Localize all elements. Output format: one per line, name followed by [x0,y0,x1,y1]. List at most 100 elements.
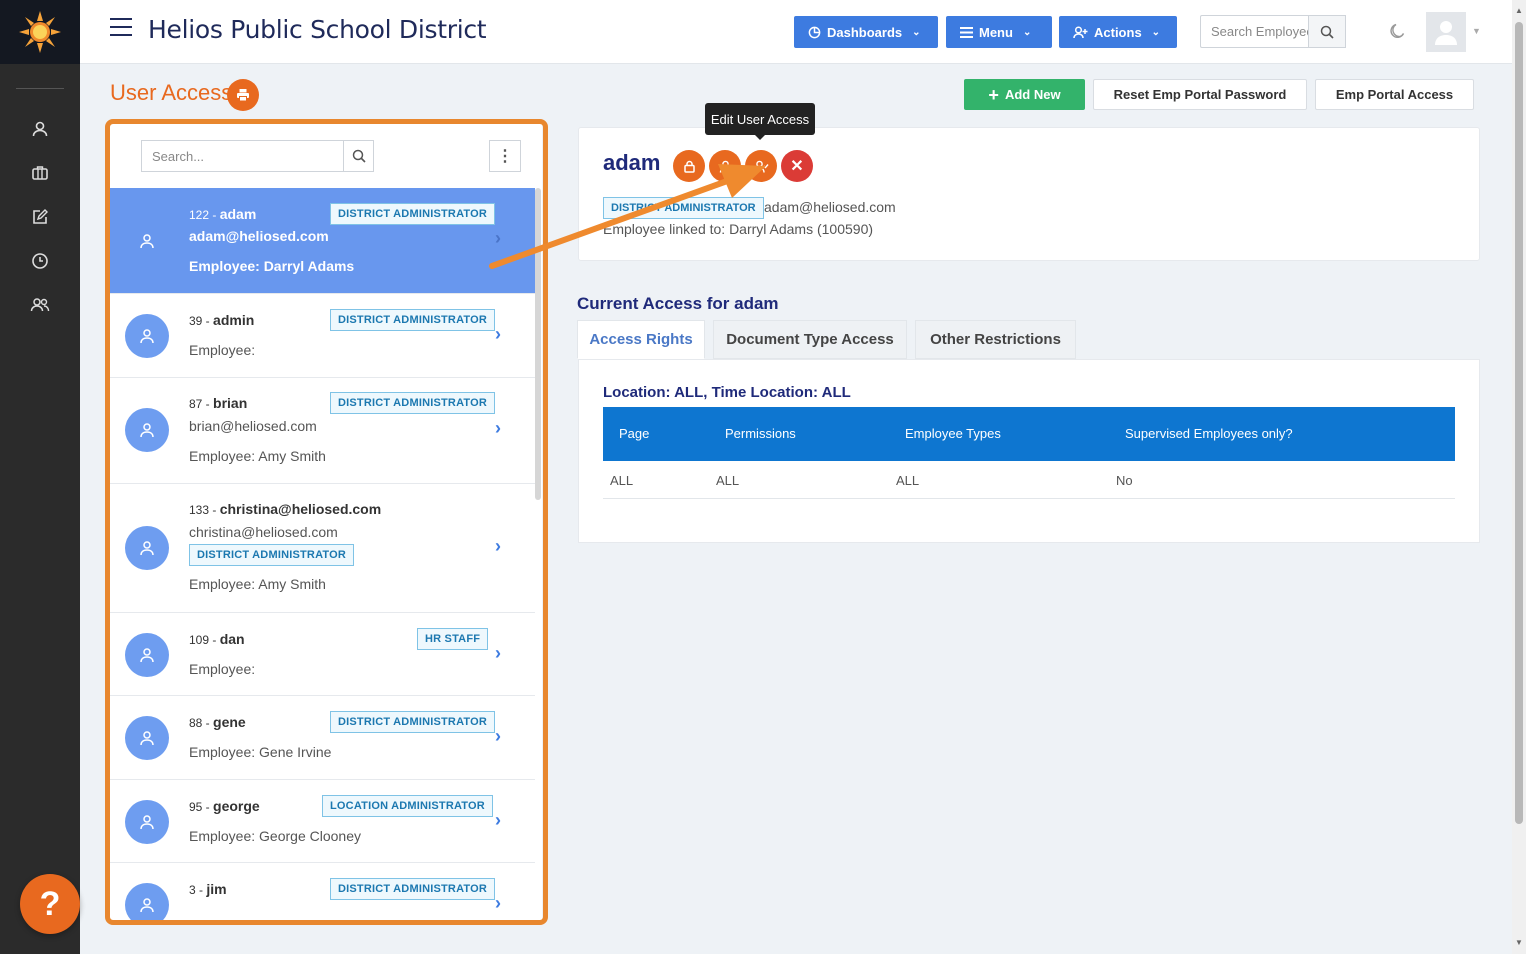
user-avatar-icon [125,314,169,358]
tab-other-restrictions[interactable]: Other Restrictions [915,320,1076,359]
user-employee: Employee: Gene Irvine [189,744,332,760]
user-employee: Employee: George Clooney [189,828,361,844]
more-options-button[interactable]: ⋮ [489,140,521,172]
user-employee: Employee: Darryl Adams [189,258,355,274]
briefcase-icon[interactable] [28,161,52,185]
user-list-item-admin[interactable]: 39 - admin DISTRICT ADMINISTRATOR Employ… [110,294,535,378]
role-badge: DISTRICT ADMINISTRATOR [189,544,355,566]
user-employee: Employee: [189,342,256,358]
dashboards-button[interactable]: Dashboards ⌄ [794,16,938,48]
pie-chart-icon [808,26,821,38]
app-title: Helios Public School District [148,15,487,44]
table-cell: ALL [716,473,740,488]
rail-divider [16,88,64,89]
user-list-item-gene[interactable]: 88 - gene DISTRICT ADMINISTRATOR Employe… [110,696,535,780]
user-avatar-icon [125,883,169,920]
column-header: Page [619,426,650,441]
chevron-down-icon[interactable]: ▼ [1472,26,1481,36]
user-list-item-christina[interactable]: 133 - christina@heliosed.com christina@h… [110,484,535,613]
user-id: 39 - admin [189,312,255,328]
chevron-right-icon: › [495,418,501,438]
role-badge: HR STAFF [417,628,489,650]
user-name: adam [603,150,661,175]
edit-icon[interactable] [28,205,52,229]
user-avatar-icon [125,716,169,760]
hamburger-icon[interactable] [110,18,132,38]
tooltip: Edit User Access [705,103,815,140]
page-title: User Access [110,80,233,105]
chevron-right-icon: › [495,228,501,248]
user-id: 88 - gene [189,714,246,730]
scroll-up-arrow[interactable]: ▲ [1515,6,1523,15]
user-list-item-brian[interactable]: 87 - brian DISTRICT ADMINISTRATOR brian@… [110,378,535,484]
print-button[interactable] [227,79,259,111]
lock-user-button[interactable] [673,150,705,182]
role-badge: DISTRICT ADMINISTRATOR [603,197,764,219]
user-avatar-icon [125,408,169,452]
user-employee: Employee: [189,661,256,677]
user-plus-icon [1073,25,1088,38]
chevron-right-icon: › [495,726,501,746]
top-bar: Helios Public School District Dashboards… [80,0,1512,64]
user-search-button[interactable] [343,140,374,172]
chevron-right-icon: › [495,643,501,663]
tab-access-rights[interactable]: Access Rights [577,320,705,359]
user-check-icon [753,160,769,173]
role-badge: DISTRICT ADMINISTRATOR [330,711,496,733]
delete-user-button[interactable]: ✕ [781,150,813,182]
user-list-item-jim[interactable]: 3 - jim DISTRICT ADMINISTRATOR › [110,863,535,920]
emp-portal-access-button[interactable]: Emp Portal Access [1315,79,1474,110]
column-header: Supervised Employees only? [1125,426,1293,441]
lock-icon [683,160,695,173]
user-id: 87 - brian [189,395,248,411]
edit-user-access-button[interactable] [745,150,777,182]
menu-button[interactable]: Menu ⌄ [946,16,1052,48]
user-search-input[interactable]: Search... [141,140,343,172]
scroll-down-arrow[interactable]: ▼ [1515,938,1523,947]
user-icon[interactable] [28,117,52,141]
employee-search-input[interactable]: Search Employee... [1200,15,1308,48]
profile-avatar[interactable] [1426,12,1466,52]
help-button[interactable]: ? [20,874,80,934]
users-icon[interactable] [28,293,52,317]
list-scrollbar[interactable] [535,188,541,500]
user-avatar-icon [125,526,169,570]
user-email: brian@heliosed.com [189,418,317,434]
chevron-right-icon: › [495,810,501,830]
user-id: 122 - adam [189,206,257,222]
user-email: christina@heliosed.com [189,524,338,540]
user-email: adam@heliosed.com [189,228,329,244]
user-avatar-icon [125,800,169,844]
table-header: Page Permissions Employee Types Supervis… [603,407,1455,461]
user-list-item-dan[interactable]: 109 - dan HR STAFF Employee: › [110,613,535,696]
search-icon [1320,25,1334,39]
clock-icon[interactable] [28,249,52,273]
add-new-button[interactable]: + Add New [964,79,1085,110]
chevron-right-icon: › [495,536,501,556]
user-avatar-icon [125,633,169,677]
edit-user-button[interactable] [709,150,741,182]
user-email: adam@heliosed.com [764,199,896,215]
kebab-icon: ⋮ [497,148,513,165]
scroll-thumb[interactable] [1515,22,1523,824]
column-header: Employee Types [905,426,1001,441]
search-button[interactable] [1308,15,1346,48]
user-list-item-george[interactable]: 95 - george LOCATION ADMINISTRATOR Emplo… [110,780,535,863]
reset-emp-portal-password-button[interactable]: Reset Emp Portal Password [1093,79,1307,110]
moon-icon[interactable] [1388,22,1406,45]
location-line: Location: ALL, Time Location: ALL [603,384,851,401]
search-icon [352,149,366,163]
actions-button[interactable]: Actions ⌄ [1059,16,1177,48]
user-employee: Employee: Amy Smith [189,448,326,464]
tab-document-type-access[interactable]: Document Type Access [713,320,907,359]
user-detail-card: adam ✕ DISTRICT ADMINISTRATOR adam@helio… [578,127,1480,261]
role-badge: DISTRICT ADMINISTRATOR [330,309,496,331]
chevron-down-icon: ⌄ [1151,26,1161,38]
user-list-item-adam[interactable]: 122 - adam DISTRICT ADMINISTRATOR adam@h… [110,188,535,294]
close-icon: ✕ [790,158,804,175]
user-avatar-icon [125,219,169,263]
table-cell: ALL [896,473,920,488]
actions-label: Actions [1094,24,1142,40]
logo[interactable] [0,0,80,64]
page-scrollbar[interactable]: ▲ ▼ [1512,0,1526,954]
